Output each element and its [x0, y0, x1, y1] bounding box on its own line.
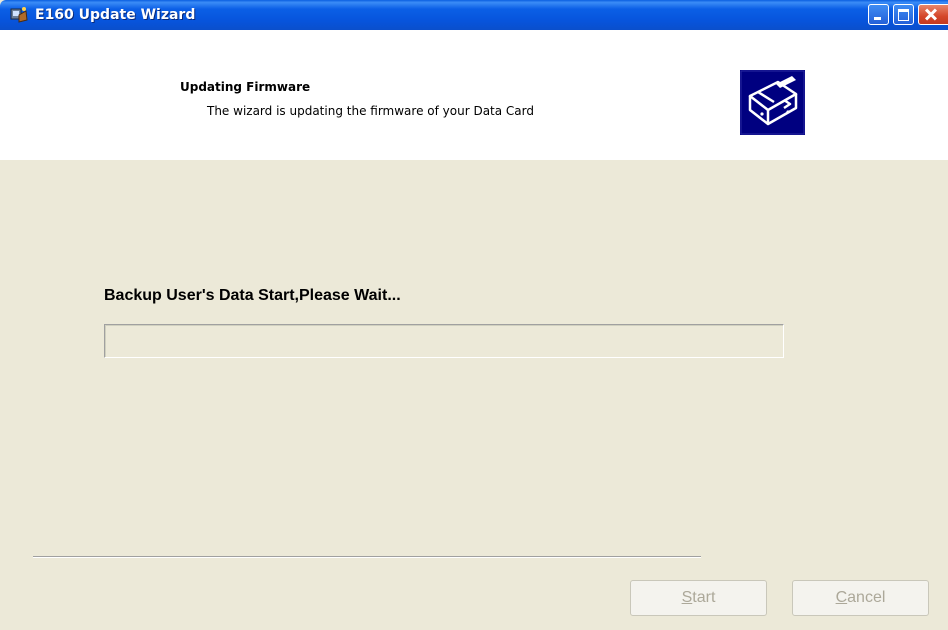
update-wizard-window: E160 Update Wizard Updating Firmware The…: [0, 0, 948, 630]
status-message: Backup User's Data Start,Please Wait...: [104, 287, 401, 304]
wizard-header: Updating Firmware The wizard is updating…: [0, 30, 948, 158]
start-mnemonic: S: [681, 589, 693, 606]
close-button[interactable]: [918, 4, 948, 25]
start-label-rest: tart: [692, 589, 716, 606]
wizard-installer-icon: [10, 7, 28, 23]
minimize-button[interactable]: [868, 4, 889, 25]
header-divider: [0, 158, 948, 160]
header-title: Updating Firmware: [180, 80, 311, 94]
firmware-device-icon: [740, 70, 805, 135]
title-bar[interactable]: E160 Update Wizard: [0, 0, 948, 30]
window-title: E160 Update Wizard: [35, 7, 196, 23]
footer-divider: [33, 556, 701, 558]
start-button[interactable]: Start: [630, 580, 767, 616]
cancel-mnemonic: C: [835, 589, 848, 606]
progress-bar: [104, 324, 784, 358]
maximize-button[interactable]: [893, 4, 914, 25]
header-subtitle: The wizard is updating the firmware of y…: [207, 104, 534, 118]
cancel-button[interactable]: Cancel: [792, 580, 929, 616]
cancel-label-rest: ancel: [847, 589, 886, 606]
